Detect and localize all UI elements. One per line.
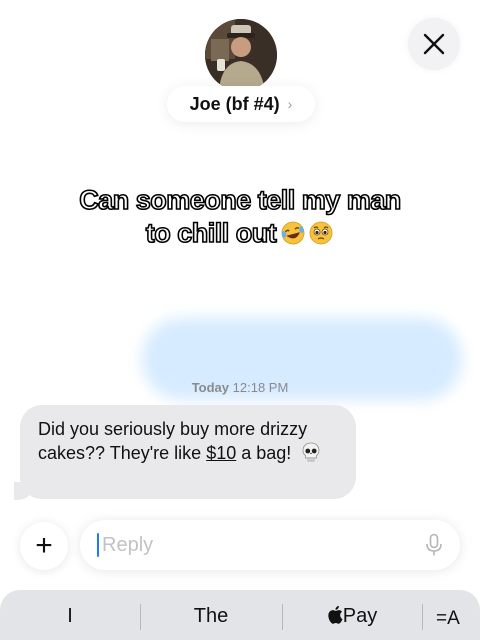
message-text-part-2: a bag!: [236, 443, 292, 463]
apple-logo-icon: [328, 605, 343, 624]
close-icon: [423, 33, 445, 55]
suggestion-2[interactable]: The: [141, 605, 281, 631]
laughing-crying-emoji-icon: [281, 221, 305, 245]
caption-line-2-wrap: to chill out: [40, 217, 440, 250]
message-timestamp: Today 12:18 PM: [0, 380, 480, 395]
suggestion-apple-pay[interactable]: Pay: [282, 605, 422, 631]
timestamp-time: 12:18 PM: [232, 380, 289, 395]
reply-input[interactable]: [96, 533, 396, 557]
caption-overlay: Can someone tell my man to chill out: [40, 184, 440, 250]
contact-name: Joe (bf #4): [189, 93, 280, 114]
received-message-bubble[interactable]: Did you seriously buy more drizzy cakes?…: [20, 405, 356, 499]
caption-line-1: Can someone tell my man: [78, 184, 402, 216]
contact-avatar[interactable]: [205, 19, 277, 91]
chevron-right-icon: ›: [287, 96, 293, 112]
caption-line-2: to chill out: [145, 217, 278, 249]
microphone-icon[interactable]: [425, 533, 443, 557]
text-format-icon[interactable]: =A: [436, 608, 460, 630]
suggestion-divider: [422, 604, 423, 630]
contact-name-pill[interactable]: Joe (bf #4) ›: [167, 86, 315, 122]
suggestion-3-label: Pay: [342, 605, 378, 627]
close-button[interactable]: [408, 18, 460, 70]
message-price-link[interactable]: $10: [206, 443, 236, 463]
caption-emojis: [280, 220, 334, 246]
skull-emoji-icon: [302, 442, 320, 462]
reply-field[interactable]: [80, 520, 460, 570]
text-caret: [97, 533, 99, 557]
plus-icon: +: [35, 529, 53, 562]
suggestion-1[interactable]: I: [40, 605, 100, 631]
pleading-face-emoji-icon: [309, 221, 333, 245]
timestamp-day: Today: [191, 380, 230, 395]
add-attachment-button[interactable]: +: [20, 522, 68, 570]
avatar-photo: [205, 19, 277, 91]
